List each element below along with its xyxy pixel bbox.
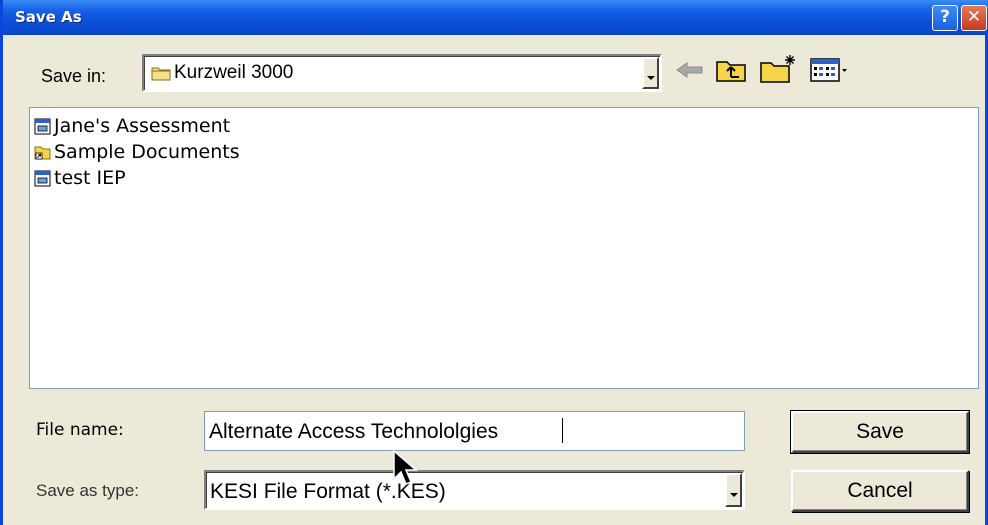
- chevron-down-icon: [646, 76, 655, 80]
- save-in-label: Save in:: [41, 66, 107, 86]
- help-button[interactable]: ?: [932, 5, 958, 31]
- save-as-dialog: Save As ? ✕ Save in: Kurzweil 3000 Jane'…: [0, 0, 988, 525]
- close-button[interactable]: ✕: [961, 5, 987, 31]
- mouse-cursor-icon: [393, 449, 419, 485]
- folder-shortcut-icon: [34, 146, 51, 159]
- kes-document-icon: [34, 170, 51, 186]
- file-name-input[interactable]: [205, 412, 744, 450]
- file-name: Sample Documents: [54, 141, 240, 163]
- save-button[interactable]: Save: [790, 410, 970, 454]
- list-item[interactable]: test IEP: [34, 166, 126, 190]
- file-name-label: File name:: [36, 420, 124, 440]
- file-list[interactable]: Jane's Assessment Sample Documents test …: [29, 107, 979, 389]
- save-as-type-dropdown-button[interactable]: [725, 473, 742, 507]
- back-arrow-icon[interactable]: [675, 60, 705, 80]
- window-title: Save As: [15, 8, 82, 26]
- file-name: Jane's Assessment: [54, 115, 231, 137]
- up-one-level-icon[interactable]: [715, 57, 747, 83]
- title-bar[interactable]: Save As ? ✕: [3, 0, 988, 35]
- new-folder-icon[interactable]: [759, 53, 799, 85]
- save-as-type-dropdown[interactable]: KESI File Format (*.KES): [204, 470, 745, 510]
- text-caret: [562, 418, 563, 443]
- save-in-dropdown[interactable]: Kurzweil 3000: [142, 54, 662, 92]
- save-in-dropdown-button[interactable]: [642, 57, 659, 89]
- list-item[interactable]: Jane's Assessment: [34, 114, 230, 138]
- folder-icon: [151, 67, 171, 81]
- save-in-value: Kurzweil 3000: [174, 62, 294, 83]
- file-name: test IEP: [54, 167, 126, 189]
- chevron-down-icon: [729, 493, 738, 497]
- views-menu-icon[interactable]: [810, 57, 850, 83]
- file-name-field-wrapper: [204, 411, 745, 451]
- cancel-button[interactable]: Cancel: [791, 470, 969, 512]
- kes-document-icon: [34, 118, 51, 134]
- list-item[interactable]: Sample Documents: [34, 140, 240, 164]
- save-as-type-label: Save as type:: [36, 481, 140, 500]
